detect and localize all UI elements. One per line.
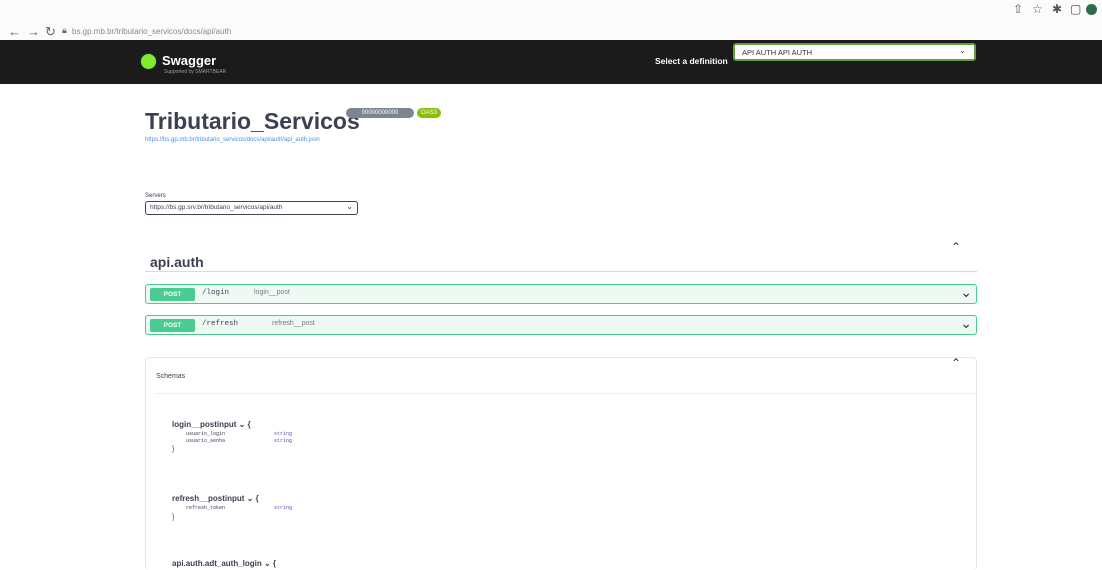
swagger-logo-text[interactable]: Swagger: [162, 53, 216, 68]
servers-select-value: https://bs.gp.srv.br/tributario_servicos…: [150, 204, 283, 211]
oas-badge: OAS3: [417, 108, 441, 118]
address-bar[interactable]: bs.gp.mb.br/tributario_servicos/docs/api…: [72, 27, 231, 36]
schemas-title[interactable]: Schemas: [156, 373, 185, 380]
servers-label: Servers: [145, 193, 166, 199]
definition-select-value: API AUTH API AUTH: [742, 48, 813, 57]
share-icon[interactable]: ⇧: [1013, 2, 1023, 16]
star-icon[interactable]: ☆: [1032, 2, 1043, 16]
tag-title[interactable]: api.auth: [150, 254, 204, 270]
chevron-down-icon[interactable]: ⌄: [960, 315, 972, 332]
model-property: refresh_token: [186, 505, 226, 511]
method-badge: POST: [150, 288, 195, 301]
property-type: string: [274, 505, 293, 511]
tag-divider: [145, 271, 977, 272]
model-property: usuario_login: [186, 431, 226, 437]
operation-path: /refresh: [202, 320, 239, 328]
arrow-right-icon[interactable]: →: [27, 24, 40, 39]
model-name[interactable]: api.auth.adt_auth_login ⌄ {: [172, 559, 276, 568]
chevron-down-icon: ⌄: [346, 202, 353, 211]
reload-icon[interactable]: ↻: [45, 24, 56, 40]
schemas-divider: [155, 393, 975, 394]
model-close-brace: }: [172, 514, 175, 521]
operation-post-refresh[interactable]: POST /refresh refresh__post ⌄: [145, 315, 977, 335]
model-close-brace: }: [172, 446, 175, 453]
chevron-down-icon: ⌄: [959, 46, 966, 55]
chevron-down-icon[interactable]: ⌄: [960, 284, 972, 301]
definition-select[interactable]: API AUTH API AUTH ⌄: [733, 43, 976, 61]
operation-summary: login__post: [254, 289, 290, 296]
property-type: string: [274, 438, 293, 444]
model-name[interactable]: login__postinput ⌄ {: [172, 420, 251, 429]
operation-path: /login: [202, 289, 230, 297]
swagger-logo-subtitle: Supported by SMARTBEAR: [164, 69, 227, 75]
operation-post-login[interactable]: POST /login login__post ⌄: [145, 284, 977, 304]
lock-icon: 🔒︎: [62, 25, 67, 35]
model-name[interactable]: refresh__postinput ⌄ {: [172, 494, 259, 503]
operation-summary: refresh__post: [272, 320, 315, 327]
version-badge: 00000000000: [346, 108, 414, 118]
profile-avatar-icon[interactable]: [1086, 4, 1097, 15]
model-property: usuario_senha: [186, 438, 226, 444]
swagger-logo-icon: [140, 53, 157, 70]
method-badge: POST: [150, 319, 195, 332]
extensions-icon[interactable]: ✱: [1052, 2, 1062, 16]
chevron-up-icon[interactable]: ⌃: [951, 240, 961, 254]
arrow-left-icon[interactable]: ←: [8, 24, 21, 39]
servers-select[interactable]: https://bs.gp.srv.br/tributario_servicos…: [145, 201, 358, 215]
api-title: Tributario_Servicos: [145, 108, 360, 134]
definition-label: Select a definition: [655, 56, 728, 66]
chevron-up-icon[interactable]: ⌃: [951, 356, 961, 370]
spec-url-link[interactable]: https://bs.gp.mb.br/tributario_servicos/…: [145, 137, 320, 143]
window-icon[interactable]: ▢: [1070, 2, 1081, 16]
property-type: string: [274, 431, 293, 437]
schemas-section: [145, 357, 977, 570]
